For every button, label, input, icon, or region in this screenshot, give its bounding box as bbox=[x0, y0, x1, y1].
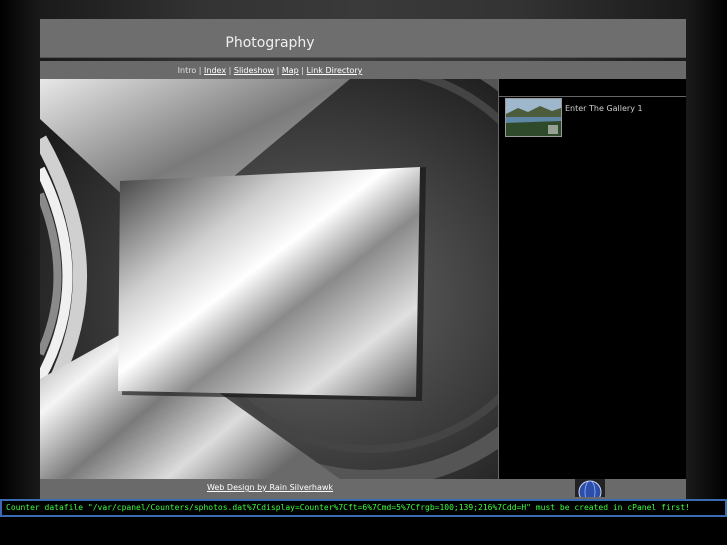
gallery-link-label[interactable]: Enter The Gallery 1 bbox=[565, 104, 643, 113]
site-header: Photography bbox=[40, 19, 686, 58]
page-bottom bbox=[0, 517, 727, 545]
page-title: Photography bbox=[225, 35, 315, 51]
nav-item-index[interactable]: Index bbox=[204, 66, 226, 75]
nav-item-slideshow[interactable]: Slideshow bbox=[234, 66, 274, 75]
web-design-credit-link[interactable]: Web Design by Rain Silverhawk bbox=[40, 483, 500, 492]
nav-separator: | bbox=[301, 66, 304, 75]
counter-error-message: Counter datafile "/var/cpanel/Counters/s… bbox=[0, 499, 727, 517]
logo-icon[interactable] bbox=[575, 479, 605, 497]
nav-item-link-directory[interactable]: Link Directory bbox=[307, 66, 363, 75]
gallery-thumbnail[interactable] bbox=[505, 98, 562, 137]
landscape-thumbnail-image bbox=[506, 99, 561, 136]
main-nav: Intro | Index | Slideshow | Map | Link D… bbox=[40, 61, 686, 79]
decorative-artwork bbox=[40, 79, 498, 479]
nav-separator: | bbox=[198, 66, 202, 75]
nav-item-map[interactable]: Map bbox=[282, 66, 299, 75]
nav-item-intro: Intro bbox=[177, 66, 197, 75]
globe-logo-icon bbox=[575, 479, 605, 497]
abstract-metal-artwork bbox=[40, 79, 498, 479]
nav-separator: | bbox=[228, 66, 232, 75]
site-footer: Web Design by Rain Silverhawk bbox=[40, 479, 686, 499]
gallery-sidebar: Enter The Gallery 1 bbox=[498, 97, 686, 479]
sidebar-header bbox=[498, 79, 686, 97]
content-area: Enter The Gallery 1 bbox=[40, 79, 686, 479]
nav-separator: | bbox=[276, 66, 280, 75]
